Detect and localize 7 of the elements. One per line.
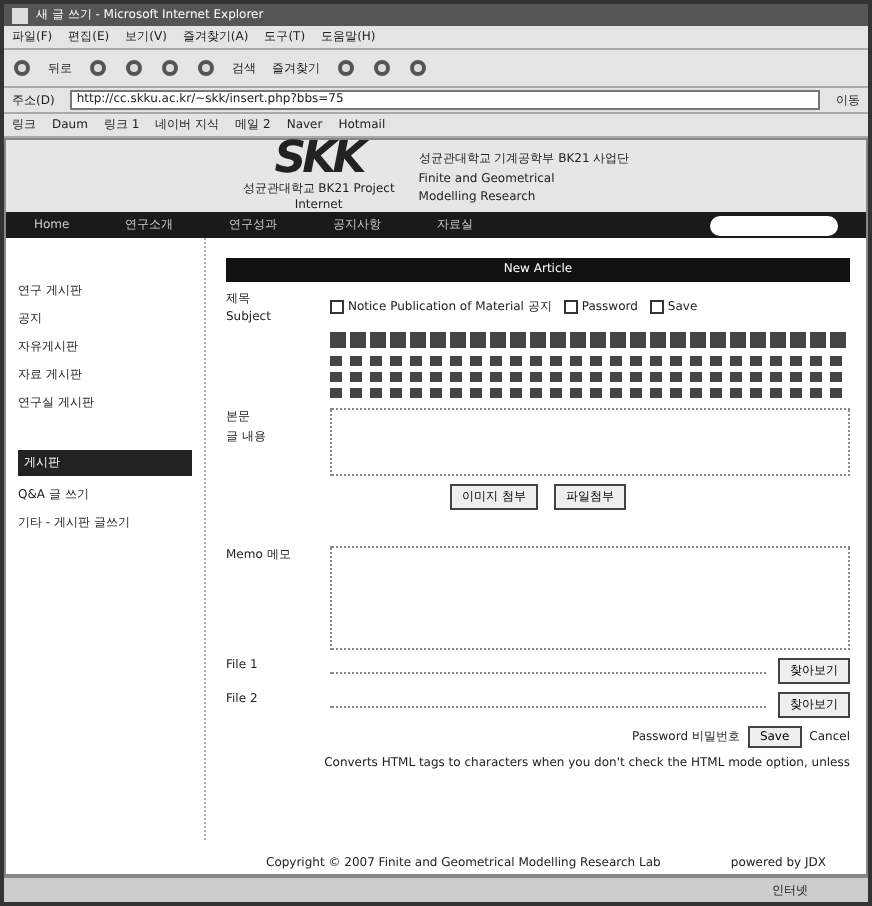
search-field[interactable] (710, 215, 838, 235)
memo-textarea[interactable] (330, 546, 850, 650)
logo: SKK (274, 140, 363, 180)
checkbox[interactable] (330, 300, 344, 314)
checkbox[interactable] (563, 300, 578, 314)
checkbox[interactable] (649, 300, 664, 314)
content-textarea[interactable] (330, 408, 850, 476)
